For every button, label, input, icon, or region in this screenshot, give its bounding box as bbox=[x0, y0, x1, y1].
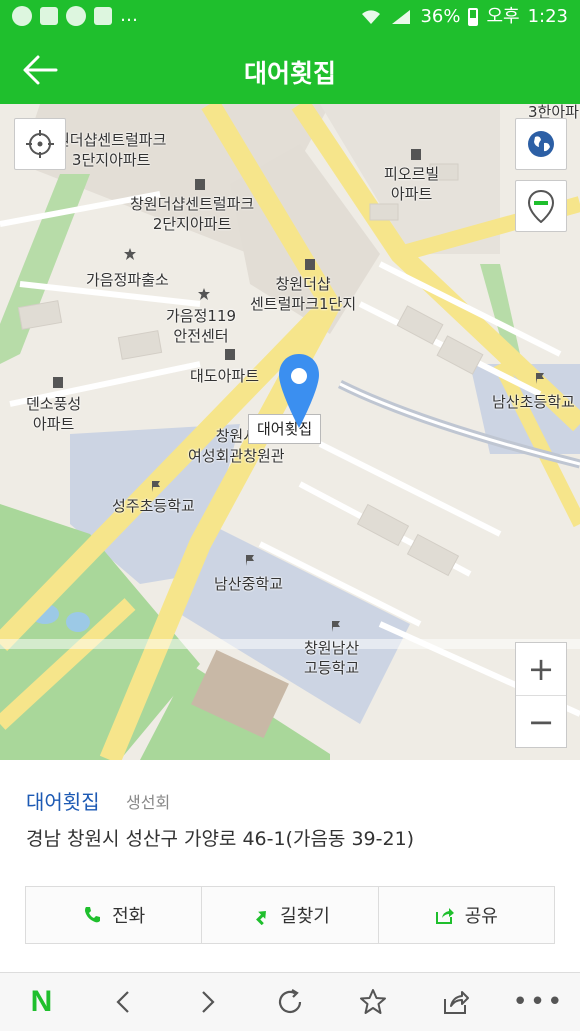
refresh-button[interactable] bbox=[265, 977, 315, 1027]
notification-app-icon bbox=[12, 6, 32, 26]
wifi-icon bbox=[362, 10, 381, 24]
naver-logo: N bbox=[30, 985, 53, 1018]
zoom-in-button[interactable]: + bbox=[516, 643, 566, 695]
notification-icons: … bbox=[12, 6, 138, 26]
share-button[interactable]: 공유 bbox=[377, 887, 554, 943]
building-icon bbox=[225, 349, 235, 360]
system-status: 36% 오후 1:23 bbox=[360, 6, 568, 28]
map-label: 원더샵센트럴파크 3단지아파트 bbox=[56, 131, 167, 169]
place-category: 생선회 bbox=[126, 793, 171, 812]
zoom-out-button[interactable]: − bbox=[516, 695, 566, 747]
app-header: 대어횟집 bbox=[0, 34, 580, 104]
location-pin-icon[interactable] bbox=[277, 352, 321, 430]
more-notifications-icon: … bbox=[120, 5, 138, 26]
battery-percent: 36% bbox=[420, 6, 461, 27]
map-label: 가음정119 안전센터 bbox=[166, 307, 237, 345]
share-out-icon bbox=[443, 991, 469, 1014]
image-icon bbox=[94, 7, 112, 25]
battery-icon bbox=[468, 8, 479, 26]
map-label: 창원더샵센트럴파크 2단지아파트 bbox=[130, 195, 255, 233]
refresh-icon bbox=[278, 989, 302, 1014]
school-flag-icon bbox=[332, 621, 340, 632]
chevron-right-icon bbox=[202, 991, 215, 1013]
school-flag-icon bbox=[536, 373, 544, 384]
page-title: 대어횟집 bbox=[243, 59, 336, 88]
police-icon bbox=[124, 248, 136, 260]
bookmark-button[interactable] bbox=[348, 977, 398, 1027]
bag-icon bbox=[40, 7, 58, 25]
action-bar: 전화 길찾기 공유 bbox=[25, 886, 555, 944]
map-label: 대도아파트 bbox=[190, 367, 260, 385]
map-view[interactable]: 원더샵센트럴파크 3단지아파트 창원더샵센트럴파크 2단지아파트 피오르빌 아파트 가… bbox=[0, 104, 580, 760]
building-icon bbox=[53, 377, 63, 388]
map-label: 창원남산 고등학교 bbox=[304, 639, 360, 677]
fire-station-icon bbox=[198, 288, 210, 300]
directions-label: 길찾기 bbox=[280, 906, 330, 927]
place-name[interactable]: 대어횟집 bbox=[26, 786, 100, 815]
zoom-controls: + − bbox=[515, 642, 567, 748]
marker-minus-icon bbox=[527, 189, 555, 223]
status-bar: … 36% 오후 1:23 bbox=[0, 0, 580, 34]
call-label: 전화 bbox=[112, 906, 146, 927]
share-page-button[interactable] bbox=[431, 977, 481, 1027]
school-flag-icon bbox=[246, 555, 254, 566]
directions-button[interactable]: 길찾기 bbox=[201, 887, 377, 943]
back-nav-button[interactable] bbox=[99, 977, 149, 1027]
place-info-panel: 대어횟집 생선회 경남 창원시 성산구 가양로 46-1(가음동 39-21) … bbox=[0, 760, 580, 972]
naver-home-button[interactable]: N bbox=[16, 977, 66, 1027]
more-menu-button[interactable]: ••• bbox=[512, 977, 565, 1027]
cell-signal-icon bbox=[392, 10, 411, 24]
my-location-button[interactable] bbox=[14, 118, 66, 170]
talk-icon bbox=[66, 6, 86, 26]
more-icon: ••• bbox=[512, 987, 565, 1017]
map-label: 창원더샵 센트럴파크1단지 bbox=[250, 275, 357, 313]
browser-nav-bar: N ••• bbox=[0, 972, 580, 1031]
map-label: 피오르빌 아파트 bbox=[384, 165, 440, 203]
map-label: 덴소풍성 아파트 bbox=[26, 395, 82, 433]
star-icon bbox=[359, 989, 386, 1014]
turn-arrow-icon bbox=[256, 911, 267, 925]
map-label: 남산초등학교 bbox=[492, 393, 575, 411]
phone-icon bbox=[85, 907, 101, 923]
share-icon bbox=[435, 908, 454, 924]
building-icon bbox=[305, 259, 315, 270]
call-button[interactable]: 전화 bbox=[26, 887, 201, 943]
building-icon bbox=[195, 179, 205, 190]
map-label: 가음정파출소 bbox=[86, 271, 169, 289]
forward-nav-button[interactable] bbox=[182, 977, 232, 1027]
map-label: 성주초등학교 bbox=[112, 497, 195, 515]
chevron-left-icon bbox=[116, 991, 130, 1013]
building-icon bbox=[411, 149, 421, 160]
crosshair-icon bbox=[26, 130, 54, 158]
map-type-button[interactable] bbox=[515, 118, 567, 170]
ampm: 오후 bbox=[486, 6, 520, 27]
clock: 1:23 bbox=[527, 6, 568, 27]
share-label: 공유 bbox=[464, 906, 498, 927]
map-label: 남산중학교 bbox=[214, 575, 284, 593]
place-marker-button[interactable] bbox=[515, 180, 567, 232]
school-flag-icon bbox=[152, 481, 160, 492]
place-address: 경남 창원시 성산구 가양로 46-1(가음동 39-21) bbox=[26, 828, 415, 850]
globe-icon bbox=[528, 131, 554, 157]
